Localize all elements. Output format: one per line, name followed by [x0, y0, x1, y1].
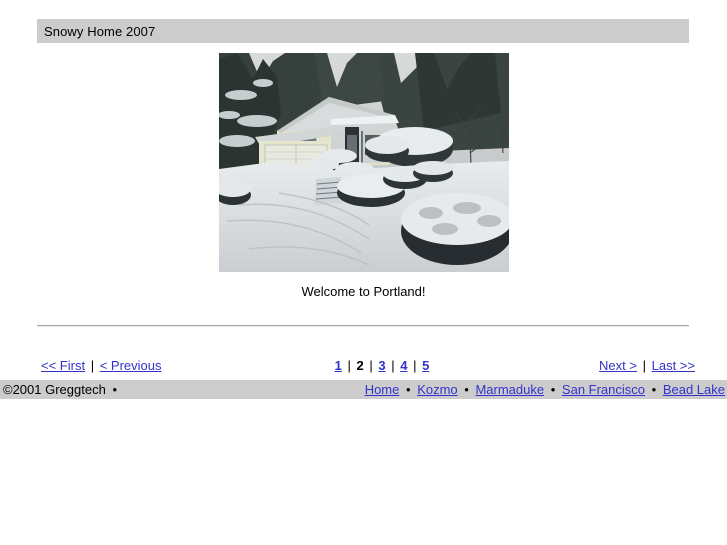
page-title: Snowy Home 2007: [44, 23, 156, 39]
footer-bullet: •: [550, 382, 556, 397]
footer-link-bead-lake[interactable]: Bead Lake: [663, 382, 725, 397]
footer-bullet: •: [406, 382, 411, 397]
photo-gallery-page: Snowy Home 2007 Welcome to Portland! << …: [0, 0, 727, 545]
footer-links-group: Home • Kozmo • Marmaduke • San Francisco…: [365, 382, 725, 397]
page-title-bar: Snowy Home 2007: [37, 19, 689, 43]
copyright-text: ©2001 Greggtech: [3, 382, 106, 397]
photo-caption: Welcome to Portland!: [301, 284, 426, 299]
footer-link-kozmo[interactable]: Kozmo: [417, 382, 457, 397]
footer-bullet: •: [464, 382, 469, 397]
pager-separator: |: [347, 358, 351, 373]
next-page-link[interactable]: Next >: [599, 358, 637, 373]
page-number-3[interactable]: 3: [378, 358, 385, 373]
page-number-2-current: 2: [356, 358, 364, 373]
last-page-link[interactable]: Last >>: [652, 358, 695, 373]
gallery-photo: [219, 53, 509, 272]
section-divider: [37, 325, 689, 327]
footer-copyright-group: ©2001 Greggtech •: [3, 382, 120, 397]
page-number-5[interactable]: 5: [422, 358, 429, 373]
pager-navigation: << First | < Previous 1 | 2 | 3 | 4 | 5 …: [37, 358, 727, 376]
site-footer: ©2001 Greggtech • Home • Kozmo • Marmadu…: [0, 380, 727, 399]
footer-link-home[interactable]: Home: [365, 382, 400, 397]
pager-right-group: Next > | Last >>: [599, 358, 695, 373]
pager-separator: |: [413, 358, 417, 373]
page-number-4[interactable]: 4: [400, 358, 407, 373]
footer-link-san-francisco[interactable]: San Francisco: [562, 382, 645, 397]
snowy-house-photo-image: [219, 53, 509, 272]
pager-separator: |: [391, 358, 395, 373]
page-number-1[interactable]: 1: [335, 358, 342, 373]
footer-bullet: •: [112, 382, 118, 397]
footer-link-marmaduke[interactable]: Marmaduke: [475, 382, 544, 397]
footer-bullet: •: [651, 382, 657, 397]
pager-separator: |: [369, 358, 373, 373]
pager-separator: |: [642, 358, 646, 373]
